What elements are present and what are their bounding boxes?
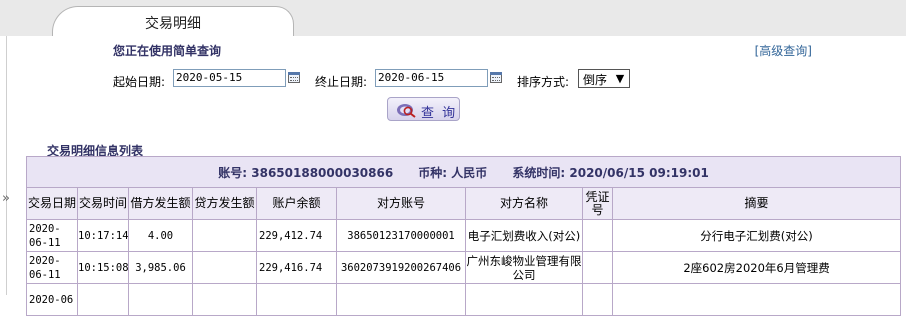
cell-credit (192, 283, 257, 316)
cell-debit (128, 283, 193, 316)
end-date-label: 终止日期: (315, 75, 368, 89)
transactions-table: 账号: 38650188000030866 币种: 人民币 系统时间: 2020… (25, 156, 902, 316)
cell-date: 2020-06-11 (26, 219, 78, 252)
account-info-row: 账号: 38650188000030866 币种: 人民币 系统时间: 2020… (25, 156, 902, 188)
sort-order-value: 倒序 (583, 73, 608, 87)
system-time-value: 2020/06/15 09:19:01 (569, 165, 709, 180)
table-row[interactable]: 2020-06-11 10:15:08 3,985.06 229,416.74 … (26, 251, 902, 284)
advanced-query-link[interactable]: [高级查询] (755, 42, 812, 59)
end-date-input[interactable]: 2020-06-15 (375, 69, 488, 87)
column-header: 对方名称 (465, 187, 583, 220)
cell-time (77, 283, 129, 316)
cell-balance: 229,416.74 (256, 251, 337, 284)
currency-value: 人民币 (451, 165, 488, 180)
cell-date: 2020-06-11 (26, 251, 78, 284)
cell-counterparty-account (336, 283, 466, 316)
table-row[interactable]: 2020-06 (26, 283, 902, 316)
system-time-label: 系统时间: (512, 165, 566, 180)
cell-time: 10:15:08 (77, 251, 129, 284)
cell-credit (192, 251, 257, 284)
simple-query-hint: 您正在使用简单查询 (113, 44, 222, 58)
content-panel: 您正在使用简单查询 [高级查询] 起始日期: 2020-05-15 终止日期: … (2, 36, 906, 316)
cell-counterparty-name (465, 283, 583, 316)
cell-voucher (582, 219, 613, 252)
column-header: 对方账号 (336, 187, 466, 220)
table-row[interactable]: 2020-06-11 10:17:14 4.00 229,412.74 3865… (26, 219, 902, 252)
column-header: 账户余额 (256, 187, 337, 220)
double-chevron-right-icon[interactable]: » (2, 191, 10, 206)
column-header: 贷方发生额 (192, 187, 257, 220)
column-header: 交易时间 (77, 187, 129, 220)
column-header: 交易日期 (26, 187, 78, 220)
cell-summary: 分行电子汇划费(对公) (611, 219, 902, 252)
cell-voucher (582, 251, 613, 284)
cell-summary: 2座602房2020年6月管理费 (611, 251, 902, 284)
cell-balance (256, 283, 337, 316)
cell-credit (192, 219, 257, 252)
cell-counterparty-name: 电子汇划费收入(对公) (465, 219, 583, 252)
tab-title: 交易明细 (145, 16, 201, 32)
cell-debit: 4.00 (128, 219, 193, 252)
query-button[interactable]: 查 询 (387, 97, 460, 121)
magnifier-icon (397, 104, 416, 118)
account-value: 38650188000030866 (251, 165, 394, 180)
sort-order-select[interactable]: 倒序 ▼ (578, 69, 630, 88)
cell-voucher (582, 283, 613, 316)
cell-time: 10:17:14 (77, 219, 129, 252)
table-header-row: 交易日期 交易时间 借方发生额 贷方发生额 账户余额 对方账号 对方名称 凭证号… (26, 187, 902, 220)
cell-debit: 3,985.06 (128, 251, 193, 284)
query-button-label: 查 询 (421, 106, 458, 121)
cell-counterparty-account: 3602073919200267406 (336, 251, 466, 284)
cell-counterparty-name: 广州东峻物业管理有限公司 (465, 251, 583, 284)
tab-transaction-details[interactable]: 交易明细 (52, 6, 294, 38)
calendar-icon[interactable] (488, 69, 504, 87)
cell-date: 2020-06 (26, 283, 78, 316)
sort-order-label: 排序方式: (517, 75, 570, 89)
calendar-icon[interactable] (286, 69, 302, 87)
start-date-input[interactable]: 2020-05-15 (173, 69, 286, 87)
cell-summary (611, 283, 902, 316)
column-header: 摘要 (611, 187, 902, 220)
column-header: 借方发生额 (128, 187, 193, 220)
cell-counterparty-account: 38650123170000001 (336, 219, 466, 252)
start-date-label: 起始日期: (113, 75, 166, 89)
chevron-down-icon: ▼ (615, 72, 625, 85)
currency-label: 币种: (418, 165, 448, 180)
account-label: 账号: (218, 165, 248, 180)
column-header: 凭证号 (582, 187, 613, 220)
cell-balance: 229,412.74 (256, 219, 337, 252)
